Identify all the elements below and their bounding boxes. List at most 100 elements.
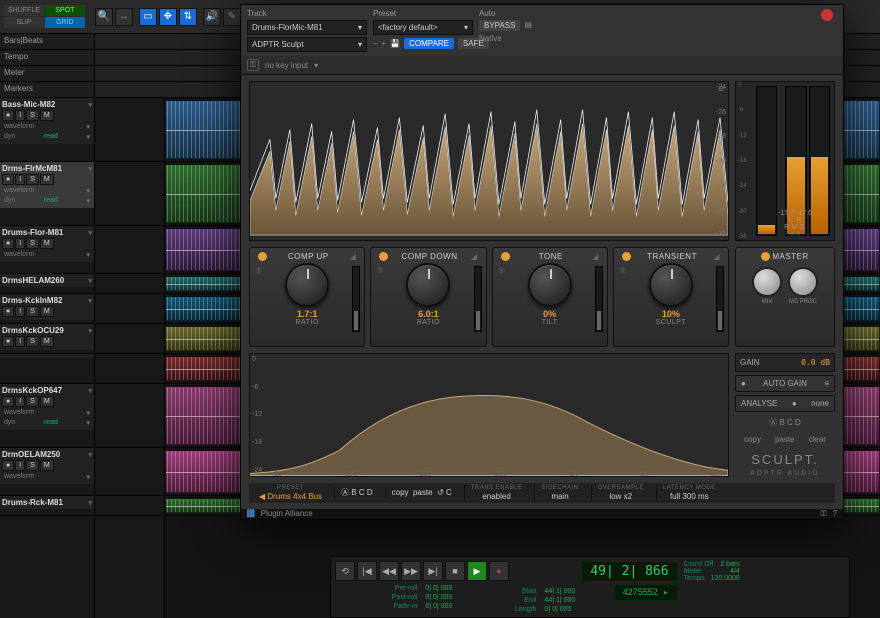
comment-cell[interactable] [95,384,164,448]
footer-slots[interactable]: Ⓐ B C D [341,487,373,498]
track-menu-icon[interactable]: ▾ [88,229,92,237]
mode-spot[interactable]: SPOT [45,5,85,16]
solo[interactable]: S [26,336,39,347]
track-header[interactable]: DrmsKckOCU29▾●ISM [0,324,94,350]
view-selector[interactable]: waveform [4,409,34,417]
rec-arm[interactable]: ● [2,396,14,407]
knob-value[interactable]: 6.0:1 [418,309,439,319]
selector-tool[interactable]: ▭ [139,8,157,26]
spectrum-display[interactable]: 501002505001k5k10k 0-6-12-18-24 [249,353,729,477]
lat-value[interactable]: full 300 ms [670,492,709,501]
comment-cell[interactable] [95,354,164,384]
knob-value[interactable]: 1.7:1 [297,309,318,319]
transport-btn-2[interactable]: ◀◀ [379,561,399,581]
mute[interactable]: M [40,306,54,317]
track-header[interactable]: Drms-FlrMcM81▾●ISMwaveform▾dynread▾ [0,162,94,208]
track-header[interactable]: Drums-Rck-M81▾ [0,496,94,509]
footer-copy[interactable]: copy [392,488,409,497]
tilt-knob[interactable] [528,263,572,307]
comment-cell[interactable] [95,496,164,516]
view-selector[interactable]: waveform [4,187,34,195]
preset-prev[interactable]: – [373,39,377,48]
mode-grid[interactable]: GRID [45,17,85,28]
ratio-knob[interactable] [406,263,450,307]
track-header[interactable]: DrmOELAM250▾●ISMwaveform▾ [0,448,94,484]
rec-arm[interactable]: ● [2,306,14,317]
track-header[interactable]: Drms-KckInM82▾●ISM [0,294,94,320]
input-mon[interactable]: I [15,460,25,471]
dyn[interactable]: dyn [4,133,15,141]
comment-cell[interactable] [95,226,164,274]
track-menu-icon[interactable]: ▾ [88,327,92,335]
track-name[interactable]: Drms-KckInM82 [2,296,62,305]
track-menu-icon[interactable]: ▾ [88,387,92,395]
pa-logo-icon[interactable]: ⫿⫿⫿ [247,509,255,519]
pre-value[interactable]: 0| 0| 000 [425,603,509,610]
solo[interactable]: S [26,110,39,121]
sel-value[interactable]: 0| 0| 000 [544,606,575,613]
undo-icon[interactable]: ↺ [437,488,444,497]
sc-value[interactable]: main [551,492,568,501]
track-menu-icon[interactable]: ▾ [88,451,92,459]
track-name[interactable]: Drms-FlrMcM81 [2,164,62,173]
footer-paste[interactable]: paste [413,488,433,497]
footer-preset-name[interactable]: ◀ Drums 4x4 Bus [259,492,322,501]
track-menu-icon[interactable]: ▾ [88,297,92,305]
transport-btn-5[interactable]: ■ [445,561,465,581]
solo[interactable]: S [26,460,39,471]
track-name[interactable]: Drums-Rck-M81 [2,498,63,507]
mute[interactable]: M [40,460,54,471]
preset-slots[interactable]: Ⓐ B C D [735,415,835,430]
sel-value[interactable]: 44| 1| 000 [544,597,575,604]
view-selector[interactable]: waveform [4,251,34,259]
rec-arm[interactable]: ● [2,110,14,121]
module-expand-icon[interactable]: ◢ [592,252,599,261]
preset-save-icon[interactable]: 💾 [390,39,400,48]
automation-mode[interactable]: read [44,197,58,205]
comment-cell[interactable] [95,324,164,354]
view-selector[interactable]: waveform [4,473,34,481]
key-dropdown-icon[interactable]: ▾ [314,61,318,70]
track-name[interactable]: Drums-Flor-M81 [2,228,63,237]
dyn[interactable]: dyn [4,197,15,205]
transport-btn-7[interactable]: ● [489,561,509,581]
transport-btn-0[interactable]: ⟲ [335,561,355,581]
view-selector[interactable]: waveform [4,123,34,131]
sculpt-knob[interactable] [649,263,693,307]
comment-cell[interactable] [95,162,164,226]
track-header[interactable]: Drums-Flor-M81▾●ISMwaveform▾ [0,226,94,262]
input-mon[interactable]: I [15,336,25,347]
module-expand-icon[interactable]: ◢ [350,252,357,261]
track-name[interactable]: DrmsKckOCU29 [2,326,64,335]
module-expand-icon[interactable]: ◢ [713,252,720,261]
mode-shuffle[interactable]: SHUFFLE [4,5,44,16]
gain-value[interactable]: 0.0 dB [801,358,830,367]
transport-btn-3[interactable]: ▶▶ [401,561,421,581]
insert-selector[interactable]: ADPTR Sculpt▾ [247,37,367,52]
mode-slip[interactable]: SLIP [4,17,44,28]
rec-arm[interactable]: ● [2,238,14,249]
track-menu-icon[interactable]: ▾ [88,277,92,285]
autogain-button[interactable]: ●AUTO GAIN≡ [735,375,835,392]
copy-button[interactable]: copy [744,435,761,444]
mute[interactable]: M [40,396,54,407]
sub-counter[interactable]: 4275552 ▸ [614,584,678,601]
scrub-tool[interactable]: 🔊 [203,8,221,26]
solo[interactable]: S [26,238,39,249]
mute[interactable]: M [40,336,54,347]
solo-icon[interactable]: Ⓢ [256,266,262,275]
module-power-icon[interactable] [501,252,510,261]
pa-help-icon[interactable]: ? [833,509,837,518]
mute[interactable]: M [40,174,54,185]
module-power-icon[interactable] [258,252,267,261]
rec-arm[interactable]: ● [2,174,14,185]
module-expand-icon[interactable]: ◢ [471,252,478,261]
solo[interactable]: S [26,306,39,317]
pencil-tool[interactable]: ✎ [223,8,241,26]
pa-key-icon[interactable]: ⚿ [820,509,826,519]
tempo-value[interactable]: 2 bars [720,561,739,568]
comment-cell[interactable] [95,448,164,496]
knob-value[interactable]: 0% [543,309,556,319]
grabber-tool[interactable]: ✥ [159,8,177,26]
transport-btn-1[interactable]: |◀ [357,561,377,581]
